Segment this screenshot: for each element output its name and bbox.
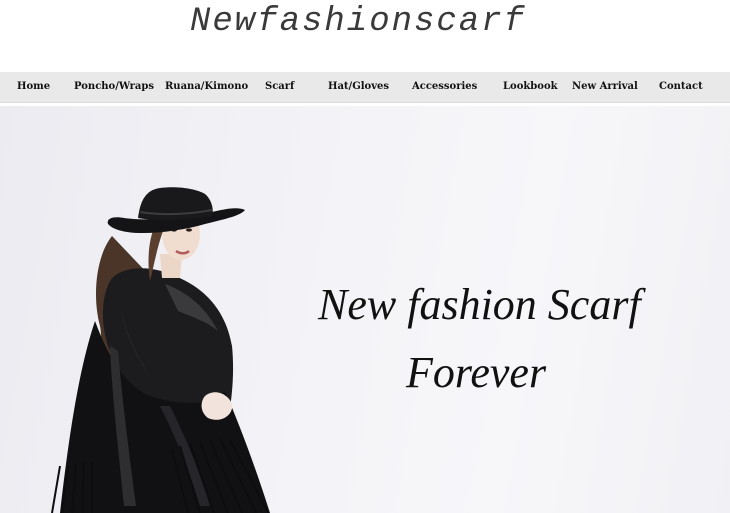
nav-item-poncho-wraps[interactable]: Poncho/Wraps <box>74 72 154 102</box>
nav-item-scarf[interactable]: Scarf <box>265 72 294 102</box>
page: Newfashionscarf Home Poncho/Wraps Ruana/… <box>0 0 730 513</box>
nav-item-hat-gloves[interactable]: Hat/Gloves <box>328 72 389 102</box>
model-image <box>51 187 270 513</box>
nav-item-new-arrival[interactable]: New Arrival <box>572 72 638 102</box>
nav-item-lookbook[interactable]: Lookbook <box>503 72 558 102</box>
nav-item-ruana-kimono[interactable]: Ruana/Kimono <box>165 72 248 102</box>
nav-item-accessories[interactable]: Accessories <box>412 72 477 102</box>
hero-headline: New fashion Scarf <box>318 280 641 329</box>
nav-item-contact[interactable]: Contact <box>659 72 703 102</box>
hero-subheadline: Forever <box>406 348 547 397</box>
main-nav: Home Poncho/Wraps Ruana/Kimono Scarf Hat… <box>0 72 730 103</box>
nav-item-home[interactable]: Home <box>17 72 50 102</box>
hero-banner[interactable]: New fashion Scarf Forever <box>0 106 730 513</box>
site-logo[interactable]: Newfashionscarf <box>0 2 716 42</box>
